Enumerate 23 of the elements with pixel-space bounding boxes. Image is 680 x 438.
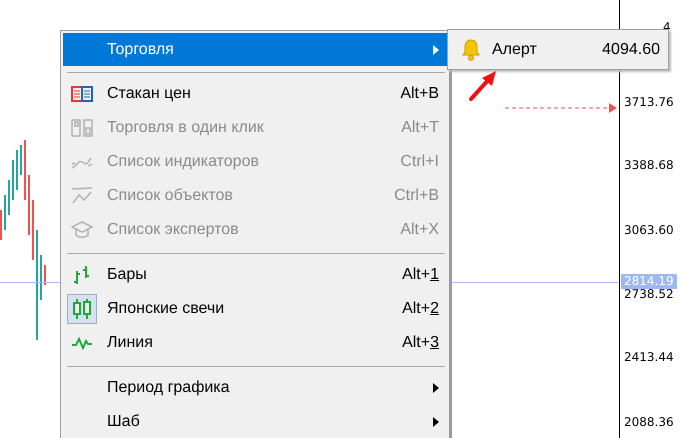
price-label: 3388.68 bbox=[624, 158, 674, 172]
menu-item[interactable]: Шаб bbox=[63, 405, 447, 438]
candlesticks-icon bbox=[71, 298, 93, 320]
price-label: 3713.76 bbox=[624, 95, 674, 109]
bell-icon bbox=[462, 38, 480, 60]
order-book-icon bbox=[71, 86, 93, 102]
menu-item[interactable]: Линия Alt+3 bbox=[63, 326, 447, 360]
menu-item[interactable]: Японские свечи Alt+2 bbox=[63, 292, 447, 326]
pointer-arrow bbox=[468, 70, 498, 102]
menu-item[interactable]: Алерт 4094.60 bbox=[462, 34, 660, 65]
menu-item[interactable]: Период графика bbox=[63, 371, 447, 405]
price-label: 2088.36 bbox=[624, 415, 674, 429]
graduation-cap-icon bbox=[71, 221, 93, 239]
menu-item[interactable]: Торговля bbox=[63, 33, 447, 66]
line-icon bbox=[71, 336, 93, 350]
price-label: 2738.52 bbox=[624, 287, 674, 301]
price-label: 3063.60 bbox=[624, 223, 674, 237]
current-price-label: 2814.19 bbox=[621, 274, 677, 289]
line-chart-icon bbox=[71, 187, 93, 205]
menu-item[interactable]: Стакан цен Alt+B bbox=[63, 77, 447, 111]
price-label: 2413.44 bbox=[624, 350, 674, 364]
menu-item[interactable]: Бары Alt+1 bbox=[63, 258, 447, 292]
panels-icon bbox=[71, 119, 93, 137]
